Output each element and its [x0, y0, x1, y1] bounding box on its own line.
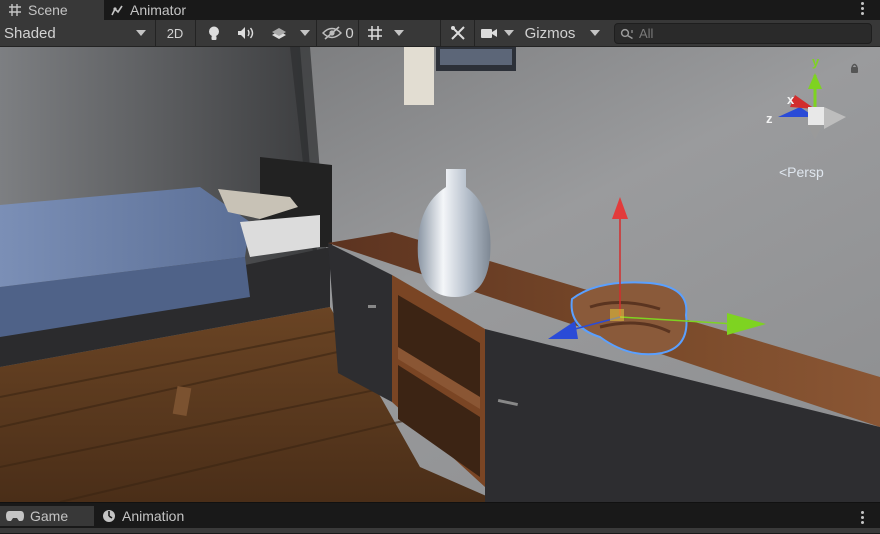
effects-dropdown[interactable] [296, 22, 314, 44]
lightbulb-icon [209, 26, 219, 40]
grid-snap-button[interactable] [362, 22, 388, 44]
tools-button[interactable] [445, 22, 471, 44]
camera-icon [481, 29, 497, 38]
hidden-objects-toggle[interactable]: 0 [320, 22, 356, 44]
tab-scene-label: Scene [28, 2, 68, 18]
animator-icon [110, 3, 124, 17]
shading-mode-label: Shaded [4, 24, 56, 42]
audio-icon [238, 27, 254, 39]
divider [155, 20, 156, 46]
effects-toggle-button[interactable] [264, 22, 294, 44]
scene-toolbar: Shaded 2D 0 Gizmos All [0, 20, 880, 47]
lighting-toggle-button[interactable] [200, 22, 228, 44]
game-view-strip [0, 528, 880, 533]
divider [195, 20, 196, 46]
search-icon [620, 28, 633, 39]
tab-game-label: Game [30, 508, 69, 524]
tab-animator-label: Animator [130, 2, 187, 18]
grid-snap-icon [368, 26, 382, 40]
hidden-count: 0 [345, 24, 354, 42]
hidden-eye-icon [322, 26, 343, 40]
effects-icon [272, 28, 286, 39]
animation-icon [102, 509, 116, 523]
kebab-icon[interactable] [858, 0, 866, 20]
tab-animator[interactable]: Animator [104, 0, 210, 20]
chevron-down-icon [136, 30, 146, 36]
chevron-down-icon [590, 30, 600, 36]
camera-dropdown[interactable] [500, 22, 518, 44]
lock-icon[interactable] [851, 67, 858, 73]
scene-tabbar: Scene Animator [0, 0, 880, 20]
gizmos-button[interactable]: Gizmos [520, 22, 580, 44]
scene-viewport[interactable]: y x z <Persp [0, 47, 880, 502]
tab-game[interactable]: Game [0, 506, 94, 526]
divider [316, 20, 317, 46]
gizmo-axis-y: y [812, 54, 820, 69]
camera-button[interactable] [478, 22, 500, 44]
search-input[interactable]: All [639, 26, 653, 41]
grid-icon [8, 3, 22, 17]
chevron-down-icon [504, 30, 514, 36]
tab-scene[interactable]: Scene [0, 0, 104, 20]
audio-toggle-button[interactable] [232, 22, 260, 44]
chevron-down-icon [300, 30, 310, 36]
tab-animation-label: Animation [122, 508, 185, 524]
grid-dropdown[interactable] [390, 22, 408, 44]
gizmos-dropdown[interactable] [586, 22, 604, 44]
gizmo-axis-x: x [787, 92, 795, 107]
game-icon [6, 509, 24, 523]
gizmo-axis-z: z [766, 111, 773, 126]
tools-icon [451, 26, 465, 40]
tab-animation[interactable]: Animation [102, 506, 212, 526]
search-field[interactable]: All [614, 23, 872, 44]
divider [474, 20, 475, 46]
2d-toggle-button[interactable]: 2D [160, 22, 190, 44]
projection-label[interactable]: <Persp [779, 164, 824, 180]
divider [440, 20, 441, 46]
scene-render[interactable]: y x z <Persp [0, 47, 880, 502]
kebab-icon[interactable] [858, 509, 866, 529]
shading-mode-dropdown[interactable]: Shaded [4, 22, 150, 44]
chevron-down-icon [394, 30, 404, 36]
divider [358, 20, 359, 46]
